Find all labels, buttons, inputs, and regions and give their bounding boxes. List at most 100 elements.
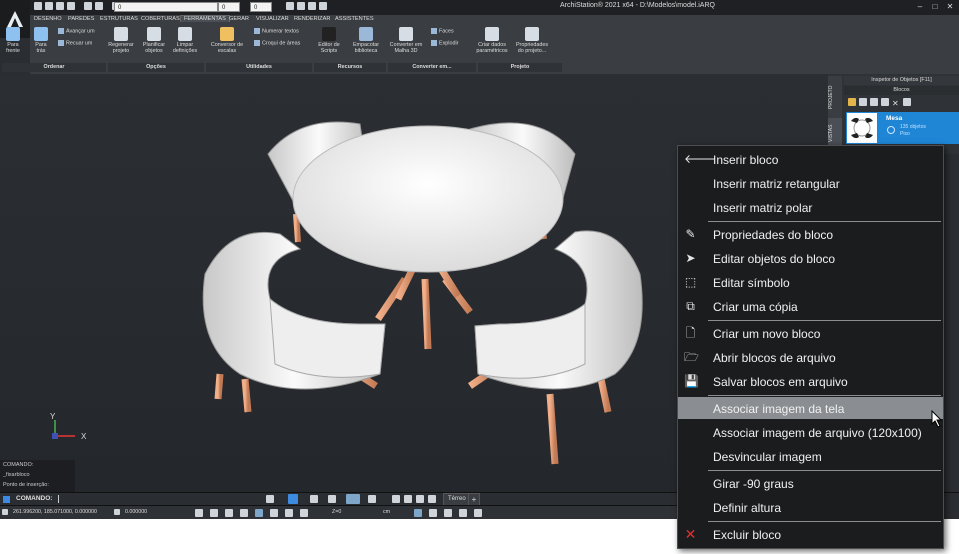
perspective-icon[interactable] xyxy=(346,494,360,504)
model-icon[interactable] xyxy=(300,509,308,517)
conversor-de-escalas-button[interactable]: Conversor de escalas xyxy=(208,27,246,54)
tab-vistas[interactable]: VISTAS xyxy=(828,118,842,148)
tab-gerar[interactable]: GERAR xyxy=(229,16,249,22)
render-mode-icon[interactable] xyxy=(368,495,376,503)
section-icon[interactable] xyxy=(474,509,482,517)
ortho-icon[interactable] xyxy=(225,509,233,517)
open-folder-icon[interactable] xyxy=(848,98,856,106)
converter-em-malha-button[interactable]: Converter em Malha 3D xyxy=(388,27,424,54)
menu-item-associar-imagem-de-arquivo-120x100[interactable]: Associar imagem de arquivo (120x100) xyxy=(678,421,943,443)
color-combo-2[interactable]: 0 xyxy=(250,2,272,12)
tool-icon[interactable] xyxy=(308,2,316,10)
menu-item-associar-imagem-da-tela[interactable]: Associar imagem da tela xyxy=(678,397,943,419)
avancar-um-button[interactable]: Avançar um xyxy=(58,28,95,34)
recuar-um-button[interactable]: Recuar um xyxy=(58,40,92,46)
croqui-de-areas-button[interactable]: Croqui de áreas xyxy=(254,40,300,46)
editor-de-scripts-label: Editor de Scripts xyxy=(318,42,340,54)
tab-estruturas[interactable]: ESTRUTURAS xyxy=(100,16,138,22)
ribbon-group-4: Converter em... xyxy=(388,63,476,72)
zoom-extents-icon[interactable] xyxy=(416,495,424,503)
unit-readout[interactable]: cm xyxy=(383,509,390,515)
menu-item-editar-objetos-do-bloco[interactable]: ➤ Editar objetos do bloco xyxy=(678,247,943,269)
new-file-icon: 🗋 xyxy=(685,326,696,340)
screen-icon[interactable] xyxy=(319,2,327,10)
pan-icon[interactable] xyxy=(392,495,400,503)
home-icon[interactable] xyxy=(288,494,298,504)
menu-separator xyxy=(708,521,941,522)
paint-icon[interactable] xyxy=(297,2,305,10)
menu-item-editar-simbolo[interactable]: ⬚ Editar símbolo xyxy=(678,271,943,293)
save-icon[interactable] xyxy=(56,2,64,10)
orbit-icon[interactable] xyxy=(404,495,412,503)
plane-icon[interactable] xyxy=(328,495,336,503)
snap-icon[interactable] xyxy=(195,509,203,517)
numerar-textos-button[interactable]: Numerar textos xyxy=(254,28,299,34)
menu-item-inserir-bloco[interactable]: 🡐 Inserir bloco xyxy=(678,148,943,170)
menu-item-definir-altura[interactable]: Definir altura xyxy=(678,496,943,518)
tab-visualizar[interactable]: VISUALIZAR xyxy=(256,16,289,22)
menu-item-desvincular-imagem[interactable]: Desvincular imagem xyxy=(678,445,943,467)
editor-de-scripts-button[interactable]: Editor de Scripts xyxy=(315,27,343,54)
para-frente-button[interactable]: Para frente xyxy=(2,27,24,54)
limpar-definicoes-button[interactable]: Limpar definições xyxy=(170,27,200,54)
new-block-icon[interactable] xyxy=(859,98,867,106)
tab-desenho[interactable]: DESENHO xyxy=(34,16,62,22)
light-icon[interactable] xyxy=(414,509,422,517)
view-icon[interactable] xyxy=(266,495,274,503)
lineweight-icon[interactable] xyxy=(285,509,293,517)
cube-icon[interactable] xyxy=(310,495,318,503)
block-layer: Piso xyxy=(900,131,910,137)
color-combo-1[interactable]: 0 xyxy=(218,2,240,12)
criar-dados-parametricos-button[interactable]: Criar dados paramétricos xyxy=(474,27,510,54)
polar-icon[interactable] xyxy=(240,509,248,517)
menu-item-abrir-blocos-de-arquivo[interactable]: 🗁 Abrir blocos de arquivo xyxy=(678,346,943,368)
menu-item-criar-um-novo-bloco[interactable]: 🗋 Criar um novo bloco xyxy=(678,322,943,344)
grid-icon[interactable] xyxy=(210,509,218,517)
camera-icon[interactable] xyxy=(459,509,467,517)
material-icon[interactable] xyxy=(429,509,437,517)
axis-x-label: X xyxy=(81,432,87,441)
print-icon[interactable] xyxy=(67,2,75,10)
zoom-window-icon[interactable] xyxy=(428,495,436,503)
osnap-icon[interactable] xyxy=(255,509,263,517)
regenerar-projeto-button[interactable]: Regenerar projeto xyxy=(106,27,136,54)
menu-item-girar-90-graus[interactable]: Girar -90 graus xyxy=(678,472,943,494)
faces-button[interactable]: Faces xyxy=(431,28,454,34)
planificar-objetos-button[interactable]: Planificar objetos xyxy=(139,27,169,54)
pencil-icon[interactable] xyxy=(286,2,294,10)
tab-projeto[interactable]: PROJETO xyxy=(828,80,842,114)
redo-icon[interactable] xyxy=(95,2,103,10)
maximize-icon[interactable]: □ xyxy=(930,2,940,12)
criar-dados-parametricos-label: Criar dados paramétricos xyxy=(476,42,508,54)
menu-item-propriedades-do-bloco[interactable]: ✎ Propriedades do bloco xyxy=(678,223,943,245)
minimize-icon[interactable]: – xyxy=(915,2,925,12)
tab-assistentes[interactable]: ASSISTENTES xyxy=(335,16,374,22)
new-file-icon[interactable] xyxy=(34,2,42,10)
save-block-icon[interactable] xyxy=(870,98,878,106)
command-input[interactable] xyxy=(58,495,59,503)
menu-item-criar-uma-copia[interactable]: ⧉ Criar uma cópia xyxy=(678,295,943,317)
tab-paredes[interactable]: PAREDES xyxy=(68,16,94,22)
close-icon[interactable]: ✕ xyxy=(945,2,955,12)
menu-item-excluir-bloco[interactable]: ✕ Excluir bloco xyxy=(678,523,943,545)
menu-item-inserir-matriz-retangular[interactable]: Inserir matriz retangular xyxy=(678,172,943,194)
layer-combo[interactable]: 0 xyxy=(114,2,218,12)
editor-de-scripts-icon xyxy=(322,27,336,41)
properties-icon[interactable] xyxy=(881,98,889,106)
tab-renderizar[interactable]: RENDERIZAR xyxy=(294,16,330,22)
menu-item-salvar-blocos-em-arquivo[interactable]: 💾 Salvar blocos em arquivo xyxy=(678,370,943,392)
para-tras-button[interactable]: Para trás xyxy=(30,27,52,54)
undo-icon[interactable] xyxy=(84,2,92,10)
otrack-icon[interactable] xyxy=(270,509,278,517)
copy-icon: ⧉ xyxy=(686,299,695,313)
propriedades-do-projeto-button[interactable]: Propriedades do projeto... xyxy=(513,27,551,54)
delete-icon[interactable]: ✕ xyxy=(892,100,900,108)
tab-ferramentas[interactable]: FERRAMENTAS xyxy=(180,15,230,22)
menu-item-inserir-matriz-polar[interactable]: Inserir matriz polar xyxy=(678,196,943,218)
tab-coberturas[interactable]: COBERTURAS xyxy=(141,16,180,22)
empacotar-biblioteca-button[interactable]: Empacotar biblioteca xyxy=(349,27,383,54)
settings-icon[interactable] xyxy=(903,98,911,106)
open-icon[interactable] xyxy=(45,2,53,10)
shadow-icon[interactable] xyxy=(444,509,452,517)
explodir-button[interactable]: Explodir xyxy=(431,40,458,46)
